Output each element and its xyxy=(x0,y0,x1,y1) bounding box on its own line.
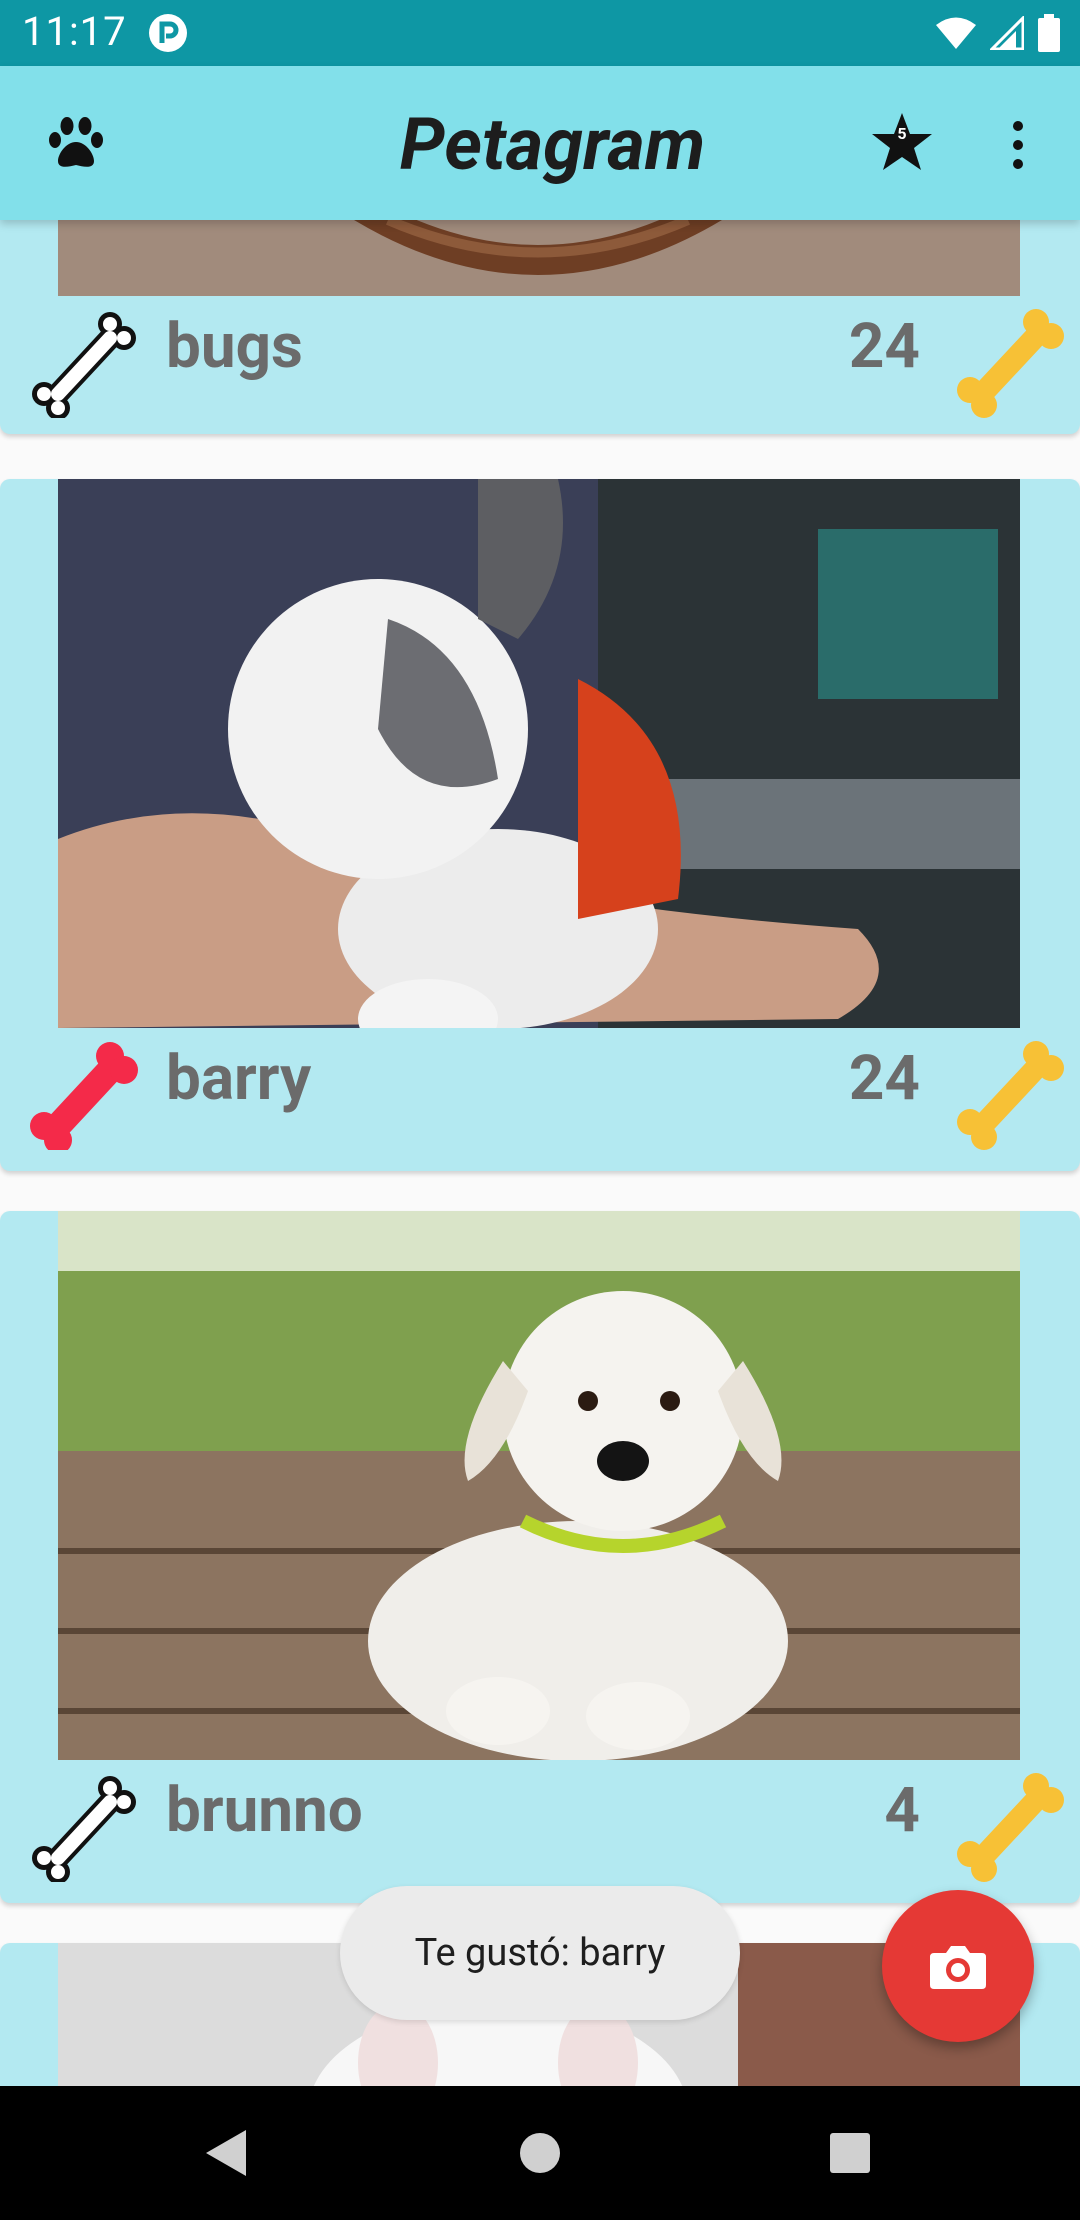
pet-photo xyxy=(58,220,1020,296)
pet-name: brunno xyxy=(166,1774,363,1847)
bone-icon[interactable] xyxy=(24,1772,144,1882)
pet-name: barry xyxy=(166,1042,312,1115)
pet-card: barry 24 xyxy=(0,479,1080,1171)
app-bar: Petagram 5 xyxy=(0,66,1080,220)
pet-likes: 24 xyxy=(848,1042,920,1115)
status-bar: 11:17 xyxy=(0,0,1080,66)
pet-card-footer: brunno 4 xyxy=(0,1760,1080,1882)
bone-icon xyxy=(957,1041,1064,1150)
pet-photo xyxy=(58,479,1020,1028)
pet-card-footer: bugs 24 xyxy=(0,296,1080,418)
toast-message: Te gustó: barry xyxy=(340,1886,740,2020)
notification-app-icon xyxy=(149,14,187,52)
pet-photo-basket xyxy=(58,220,1020,296)
camera-button[interactable] xyxy=(882,1890,1034,2042)
pet-list[interactable]: bugs 24 barry 24 brunno 4 xyxy=(0,220,1080,2086)
pet-card: bugs 24 xyxy=(0,220,1080,434)
pet-name: bugs xyxy=(166,310,303,383)
system-icons xyxy=(936,12,1060,54)
favorites-badge: 5 xyxy=(897,124,907,143)
pet-photo xyxy=(58,1211,1020,1760)
bone-icon[interactable] xyxy=(24,1040,144,1150)
pet-likes: 24 xyxy=(848,310,920,383)
pet-photo-puppy xyxy=(58,1211,1020,1760)
favorites-button[interactable]: 5 xyxy=(870,110,934,174)
more-vert-icon[interactable] xyxy=(1000,118,1036,172)
home-icon[interactable] xyxy=(513,2126,567,2180)
bone-icon xyxy=(957,309,1064,418)
camera-icon xyxy=(930,1946,986,1989)
pet-photo-rabbit xyxy=(58,479,1020,1028)
battery-icon xyxy=(1038,14,1060,52)
signal-icon xyxy=(990,16,1024,50)
bone-icon xyxy=(957,1773,1064,1882)
pet-card-footer: barry 24 xyxy=(0,1028,1080,1150)
pet-card: brunno 4 xyxy=(0,1211,1080,1903)
status-time: 11:17 xyxy=(22,8,127,55)
navigation-bar xyxy=(0,2086,1080,2220)
recents-icon[interactable] xyxy=(823,2126,877,2180)
pet-likes: 4 xyxy=(884,1774,920,1847)
bone-icon[interactable] xyxy=(24,308,144,418)
wifi-icon xyxy=(936,17,976,49)
back-icon[interactable] xyxy=(200,2126,254,2180)
